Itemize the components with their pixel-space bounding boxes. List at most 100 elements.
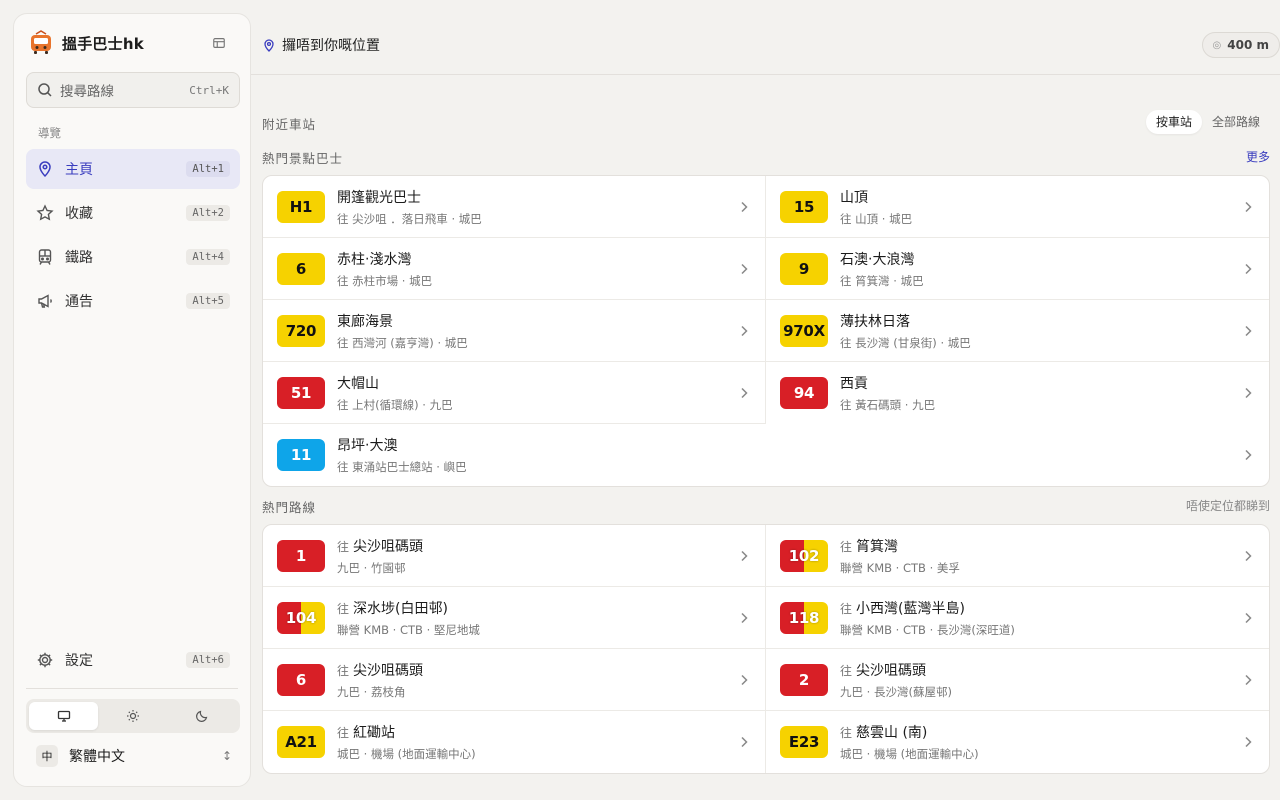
route-card[interactable]: 720 東廊海景往 西灣河 (嘉亨灣) · 城巴: [263, 300, 766, 362]
route-subtitle: 往 山頂 · 城巴: [840, 211, 913, 226]
chevron-right-icon: [741, 736, 748, 748]
route-card[interactable]: 11 昂坪‧大澳往 東涌站巴士總站 · 嶼巴: [263, 424, 1269, 486]
route-info: 往紅磡站 城巴 · 機場 (地面運輸中心): [337, 722, 737, 762]
route-card[interactable]: 104 往深水埗(白田邨) 聯營 KMB · CTB · 堅尼地城: [263, 587, 766, 649]
settings-section: 設定 Alt+6: [26, 640, 240, 684]
route-number-badge: 2: [780, 663, 828, 696]
nav-shortcut: Alt+6: [186, 652, 230, 668]
app-title: 搵手巴士hk: [62, 34, 144, 53]
theme-dark-button[interactable]: [168, 702, 237, 730]
route-subtitle: 聯營 KMB · CTB · 堅尼地城: [337, 622, 480, 637]
popular-hint: 唔使定位都睇到: [1185, 499, 1270, 513]
destination-name: 尖沙咀碼頭: [856, 662, 927, 679]
star-icon: [36, 204, 54, 221]
route-card[interactable]: 6 往尖沙咀碼頭九巴 · 荔枝角: [263, 649, 766, 711]
search-icon: [38, 83, 52, 97]
location-status[interactable]: 攞唔到你嘅位置: [262, 35, 380, 55]
language-selector[interactable]: 中 繁體中文 ↕: [36, 743, 232, 769]
nav-item-favorites[interactable]: 收藏 Alt+2: [26, 193, 240, 233]
route-destination: 往慈雲山 (南): [840, 722, 1241, 742]
monitor-icon: [57, 710, 70, 722]
nav-item-home[interactable]: 主頁 Alt+1: [26, 149, 240, 189]
toggle-all-routes[interactable]: 全部路線: [1202, 110, 1270, 134]
nav-item-railway[interactable]: 鐵路 Alt+4: [26, 237, 240, 277]
chevron-right-icon: [741, 674, 748, 685]
route-name: 西貢: [840, 376, 868, 392]
language-badge: 中: [36, 745, 58, 767]
route-card[interactable]: 118 往小西灣(藍灣半島) 聯營 KMB · CTB · 長沙灣(深旺道): [766, 587, 1269, 649]
route-card[interactable]: A21 往紅磡站 城巴 · 機場 (地面運輸中心): [263, 711, 766, 773]
route-info: 往尖沙咀碼頭 九巴 · 竹園邨: [337, 536, 737, 576]
route-destination: 往筲箕灣: [840, 536, 1241, 556]
route-info: 山頂往 山頂 · 城巴: [840, 187, 1241, 227]
scenic-route-grid: H1 開篷觀光巴士往 尖沙咀 ．落日飛車 · 城巴 15 山頂往 山頂 · 城巴 6 赤柱…: [262, 175, 1270, 487]
sidebar: 搵手巴士hk 搜尋路線 Ctrl+K 導覽 主頁 Alt+1 收藏 Alt+2 …: [13, 13, 251, 787]
nav-label: 收藏: [65, 206, 93, 222]
route-subtitle: 九巴 · 長沙灣(蘇屋邨): [840, 684, 952, 699]
route-number-badge: 6: [277, 663, 325, 696]
nav-section-label: 導覽: [38, 126, 61, 140]
nav-shortcut: Alt+5: [186, 293, 230, 309]
route-card[interactable]: 94 西貢往 黃石碼頭 · 九巴: [766, 362, 1269, 424]
chevron-right-icon: [741, 612, 748, 623]
route-card[interactable]: 6 赤柱‧淺水灣往 赤柱市場 · 城巴: [263, 238, 766, 300]
route-subtitle: 往 赤柱市場 · 城巴: [337, 273, 433, 288]
route-info: 往深水埗(白田邨) 聯營 KMB · CTB · 堅尼地城: [337, 598, 737, 638]
route-card[interactable]: 2 往尖沙咀碼頭九巴 · 長沙灣(蘇屋邨): [766, 649, 1269, 711]
route-number-badge: 118: [780, 601, 828, 634]
nearby-title: 附近車站: [262, 117, 317, 132]
chevron-right-icon: [741, 325, 748, 336]
route-card[interactable]: 15 山頂往 山頂 · 城巴: [766, 176, 1269, 238]
chevron-right-icon: [1245, 612, 1252, 623]
route-number-badge: E23: [780, 726, 828, 758]
bus-logo-icon: [28, 30, 54, 56]
destination-name: 筲箕灣: [856, 538, 899, 555]
destination-name: 尖沙咀碼頭: [353, 538, 424, 555]
direction-prefix: 往: [337, 663, 350, 678]
nav-label: 鐵路: [65, 250, 93, 266]
search-input[interactable]: 搜尋路線 Ctrl+K: [26, 72, 240, 108]
theme-system-button[interactable]: [29, 702, 99, 730]
direction-prefix: 往: [840, 539, 853, 554]
updown-arrow-icon: ↕: [221, 749, 232, 763]
route-card[interactable]: H1 開篷觀光巴士往 尖沙咀 ．落日飛車 · 城巴: [263, 176, 766, 238]
more-link[interactable]: 更多: [1246, 148, 1270, 165]
nav-label: 主頁: [65, 162, 93, 178]
route-info: 開篷觀光巴士往 尖沙咀 ．落日飛車 · 城巴: [337, 187, 737, 227]
route-number-badge: 15: [780, 190, 828, 223]
route-subtitle: 往 長沙灣 (甘泉街) · 城巴: [840, 335, 971, 350]
nav-shortcut: Alt+4: [186, 249, 230, 265]
direction-prefix: 往: [337, 539, 350, 554]
route-card[interactable]: E23 往慈雲山 (南) 城巴 · 機場 (地面運輸中心): [766, 711, 1269, 773]
route-name: 赤柱‧淺水灣: [337, 251, 412, 268]
radius-button[interactable]: ◎ 400 m: [1201, 32, 1280, 58]
popular-title: 熱門路線: [262, 500, 317, 515]
nav-shortcut: Alt+2: [186, 205, 230, 221]
nav-item-settings[interactable]: 設定 Alt+6: [26, 640, 240, 680]
route-destination: 往尖沙咀碼頭: [337, 660, 737, 680]
route-destination: 往紅磡站: [337, 722, 737, 742]
route-card[interactable]: 970X 薄扶林日落往 長沙灣 (甘泉街) · 城巴: [766, 300, 1269, 362]
chevron-right-icon: [741, 550, 748, 561]
route-number-badge: A21: [277, 726, 325, 758]
route-card[interactable]: 51 大帽山往 上村(循環線) · 九巴: [263, 362, 766, 424]
theme-switcher: [26, 699, 240, 733]
nearby-view-toggle: 按車站 全部路線: [1145, 110, 1270, 134]
route-destination: 往尖沙咀碼頭: [840, 660, 1241, 680]
nav-item-notices[interactable]: 通告 Alt+5: [26, 281, 240, 321]
route-card[interactable]: 1 往尖沙咀碼頭 九巴 · 竹園邨: [263, 525, 766, 587]
chevron-right-icon: [1245, 201, 1252, 212]
sidebar-toggle-icon[interactable]: [212, 35, 228, 51]
route-subtitle: 往 筲箕灣 · 城巴: [840, 273, 924, 288]
route-subtitle: 九巴 · 荔枝角: [337, 684, 406, 699]
theme-light-button[interactable]: [98, 702, 167, 730]
nav-label: 通告: [65, 294, 93, 310]
route-destination: 往尖沙咀碼頭: [337, 536, 737, 556]
toggle-by-stop[interactable]: 按車站: [1145, 110, 1202, 134]
route-card[interactable]: 9 石澳‧大浪灣往 筲箕灣 · 城巴: [766, 238, 1269, 300]
map-pin-icon: [264, 39, 274, 52]
route-card[interactable]: 102 往筲箕灣 聯營 KMB · CTB · 美孚: [766, 525, 1269, 587]
route-number-badge: 102: [780, 539, 828, 572]
language-label: 繁體中文: [69, 749, 125, 765]
route-destination: 往深水埗(白田邨): [337, 598, 737, 618]
